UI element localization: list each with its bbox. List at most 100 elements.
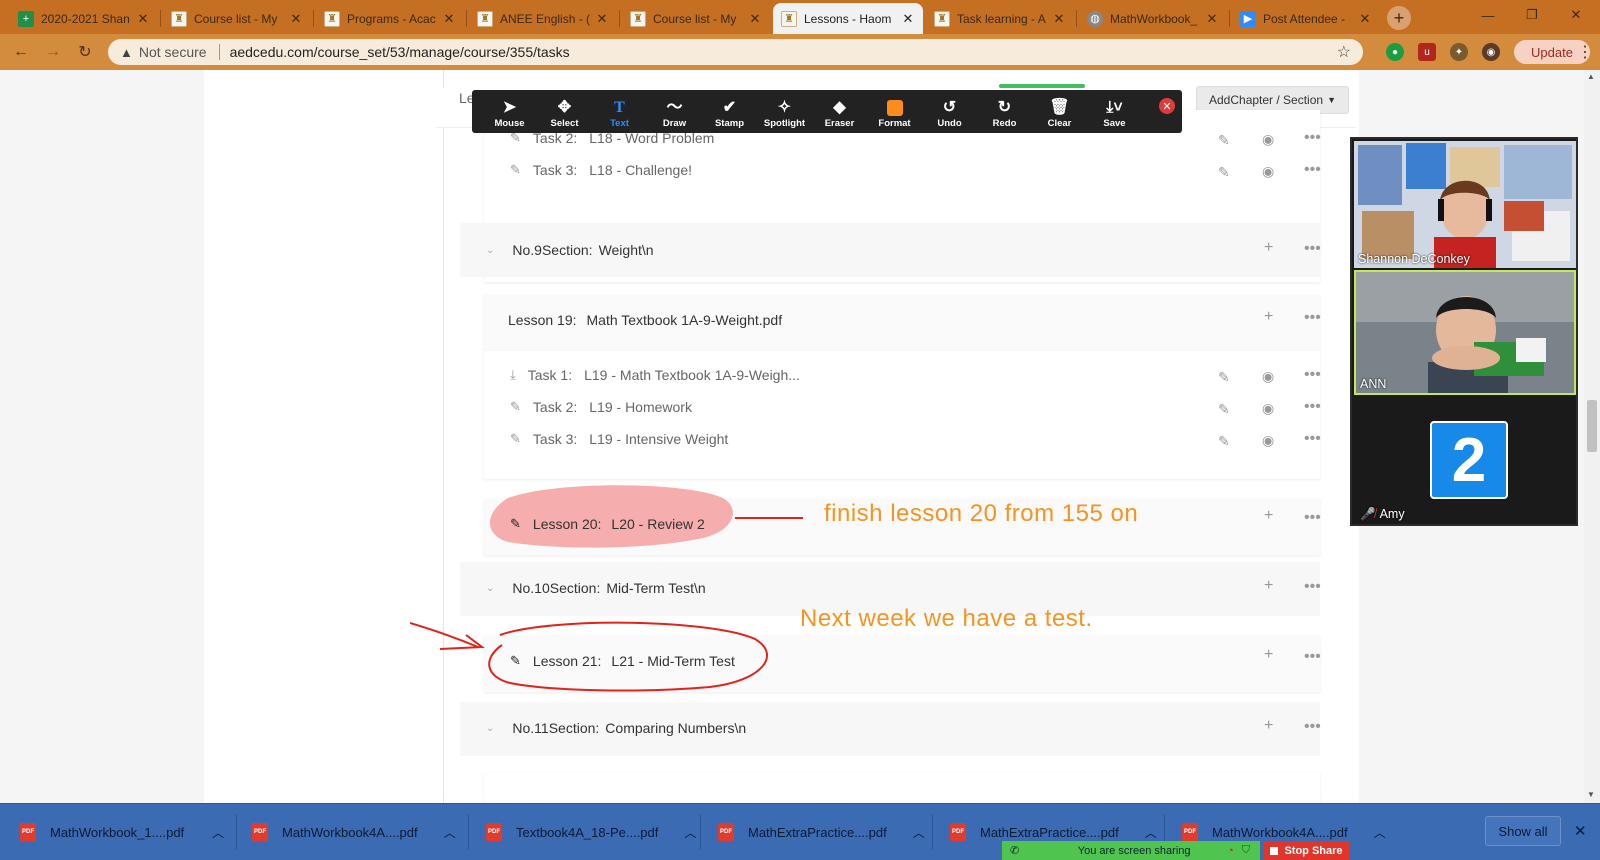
restore-icon[interactable]: ❐ bbox=[1514, 4, 1550, 26]
tool-save[interactable]: ⤓˅ Save bbox=[1087, 98, 1142, 129]
chevron-up-icon[interactable]: ︿ bbox=[1374, 824, 1386, 841]
ublock-icon[interactable]: u bbox=[1418, 43, 1436, 61]
tool-clear[interactable]: 🗑 Clear bbox=[1032, 98, 1087, 129]
back-icon[interactable]: ← bbox=[10, 41, 32, 63]
screen-sharing-bar[interactable]: ✆ You are screen sharing ◔ ⛉ bbox=[1002, 841, 1260, 860]
eye-icon[interactable]: ◉ bbox=[1262, 368, 1274, 385]
bookmark-star-icon[interactable]: ☆ bbox=[1337, 42, 1351, 62]
tab-5[interactable]: ♜ Course list - My ✕ bbox=[622, 3, 770, 34]
chevron-down-icon[interactable]: ⌄ bbox=[486, 245, 494, 256]
edit-pencil-icon[interactable]: ✎ bbox=[1218, 401, 1230, 418]
menu-kebab-icon[interactable]: ⋮ bbox=[1577, 42, 1593, 62]
tool-redo[interactable]: ↻ Redo bbox=[977, 98, 1032, 129]
tool-undo[interactable]: ↺ Undo bbox=[922, 98, 977, 129]
close-icon[interactable]: ✕ bbox=[136, 11, 150, 27]
video-tile-amy[interactable]: 2 🎤̸ Amy bbox=[1354, 397, 1576, 524]
edit-pencil-icon[interactable]: ✎ bbox=[1218, 433, 1230, 450]
eye-icon[interactable]: ◉ bbox=[1262, 163, 1274, 180]
tab-4[interactable]: ♜ ANEE English - ( ✕ bbox=[469, 3, 617, 34]
tool-mouse[interactable]: ➤ Mouse bbox=[482, 98, 537, 129]
chevron-up-icon[interactable]: ︿ bbox=[684, 824, 696, 841]
chevron-up-icon[interactable]: ︿ bbox=[444, 824, 456, 841]
eye-icon[interactable]: ◉ bbox=[1262, 432, 1274, 449]
more-dots-icon[interactable]: ••• bbox=[1304, 509, 1321, 527]
tool-format[interactable]: Format bbox=[867, 98, 922, 129]
minimize-icon[interactable]: — bbox=[1470, 4, 1506, 26]
tab-3[interactable]: ♜ Programs - Acac ✕ bbox=[316, 3, 464, 34]
download-item[interactable]: PDF Textbook4A_18-Pe....pdf ︿ bbox=[486, 818, 696, 846]
download-item[interactable]: PDF MathWorkbook4A....pdf ︿ bbox=[252, 818, 456, 846]
eye-icon[interactable]: ◉ bbox=[1262, 131, 1274, 148]
scroll-up-icon[interactable]: ▲ bbox=[1587, 72, 1595, 81]
add-plus-icon[interactable]: + bbox=[1264, 717, 1273, 735]
tab-7[interactable]: ♜ Task learning - A ✕ bbox=[926, 3, 1074, 34]
more-dots-icon[interactable]: ••• bbox=[1304, 129, 1321, 147]
forward-icon[interactable]: → bbox=[42, 41, 64, 63]
close-icon[interactable]: ✕ bbox=[595, 11, 609, 27]
new-tab-button[interactable]: + bbox=[1387, 6, 1411, 30]
tool-text[interactable]: T Text bbox=[592, 98, 647, 129]
extension-icon[interactable]: ● bbox=[1386, 43, 1404, 61]
video-tile-ann[interactable]: ANN bbox=[1354, 270, 1576, 395]
tool-eraser[interactable]: ◆ Eraser bbox=[812, 98, 867, 129]
add-plus-icon[interactable]: + bbox=[1264, 577, 1273, 595]
close-icon[interactable]: ✕ bbox=[1358, 11, 1372, 27]
add-plus-icon[interactable]: + bbox=[1264, 308, 1273, 326]
task-row[interactable]: ✎ Task 3: L18 - Challenge! bbox=[510, 162, 692, 178]
download-item[interactable]: PDF MathWorkbook_1....pdf ︿ bbox=[20, 818, 224, 846]
more-dots-icon[interactable]: ••• bbox=[1304, 398, 1321, 416]
task-row[interactable]: ✎ Task 2: L19 - Homework bbox=[510, 399, 692, 415]
edit-pencil-icon[interactable]: ✎ bbox=[1218, 369, 1230, 386]
more-dots-icon[interactable]: ••• bbox=[1304, 430, 1321, 448]
tool-stamp[interactable]: ✔ Stamp bbox=[702, 98, 757, 129]
task-row[interactable]: ✎ Task 3: L19 - Intensive Weight bbox=[510, 431, 728, 447]
video-tile-shannon[interactable]: Shannon DeConkey bbox=[1354, 141, 1576, 268]
scroll-down-icon[interactable]: ▼ bbox=[1587, 790, 1595, 799]
puzzle-icon[interactable]: ✦ bbox=[1450, 43, 1468, 61]
tool-spotlight[interactable]: ✧ Spotlight bbox=[757, 98, 812, 129]
tab-2[interactable]: ♜ Course list - My ✕ bbox=[163, 3, 311, 34]
add-plus-icon[interactable]: + bbox=[1264, 507, 1273, 525]
chevron-up-icon[interactable]: ︿ bbox=[212, 824, 224, 841]
vertical-scrollbar[interactable]: ▲ ▼ bbox=[1584, 70, 1600, 803]
chevron-up-icon[interactable]: ︿ bbox=[1145, 824, 1157, 841]
window-close-icon[interactable]: ✕ bbox=[1558, 4, 1594, 26]
stop-share-button[interactable]: Stop Share bbox=[1263, 841, 1350, 860]
chevron-up-icon[interactable]: ︿ bbox=[913, 824, 925, 841]
chevron-down-icon[interactable]: ⌄ bbox=[486, 583, 494, 594]
more-dots-icon[interactable]: ••• bbox=[1304, 161, 1321, 179]
scroll-thumb[interactable] bbox=[1587, 400, 1597, 452]
add-plus-icon[interactable]: + bbox=[1264, 239, 1273, 257]
more-dots-icon[interactable]: ••• bbox=[1304, 366, 1321, 384]
more-dots-icon[interactable]: ••• bbox=[1304, 240, 1321, 258]
profile-avatar[interactable]: ◉ bbox=[1482, 43, 1500, 61]
reload-icon[interactable]: ↻ bbox=[74, 41, 96, 63]
close-downloads-icon[interactable]: ✕ bbox=[1574, 822, 1587, 840]
tool-draw[interactable]: 〜 Draw bbox=[647, 98, 702, 129]
more-dots-icon[interactable]: ••• bbox=[1304, 718, 1321, 736]
task-row[interactable]: ⤓ Task 1: L19 - Math Textbook 1A-9-Weigh… bbox=[510, 367, 800, 383]
close-icon[interactable]: ✕ bbox=[748, 11, 762, 27]
tab-9[interactable]: ▶ Post Attendee - ✕ bbox=[1232, 3, 1380, 34]
close-toolbar-icon[interactable]: ✕ bbox=[1159, 98, 1175, 114]
close-icon[interactable]: ✕ bbox=[289, 11, 303, 27]
tab-1[interactable]: + 2020-2021 Shan ✕ bbox=[10, 3, 158, 34]
tab-8[interactable]: ◍ MathWorkbook_ ✕ bbox=[1079, 3, 1227, 34]
close-icon[interactable]: ✕ bbox=[901, 11, 915, 27]
tool-select[interactable]: ✥ Select bbox=[537, 98, 592, 129]
close-icon[interactable]: ✕ bbox=[442, 11, 456, 27]
more-dots-icon[interactable]: ••• bbox=[1304, 648, 1321, 666]
address-bar[interactable]: ▲ Not secure aedcedu.com/course_set/53/m… bbox=[108, 39, 1363, 65]
chevron-down-icon[interactable]: ⌄ bbox=[486, 723, 494, 734]
tab-6-active[interactable]: ♜ Lessons - Haom ✕ bbox=[773, 3, 923, 34]
edit-pencil-icon[interactable]: ✎ bbox=[1218, 132, 1230, 149]
close-icon[interactable]: ✕ bbox=[1052, 11, 1066, 27]
eye-icon[interactable]: ◉ bbox=[1262, 400, 1274, 417]
more-dots-icon[interactable]: ••• bbox=[1304, 578, 1321, 596]
add-plus-icon[interactable]: + bbox=[1264, 646, 1273, 664]
download-item[interactable]: PDF MathExtraPractice....pdf ︿ bbox=[718, 818, 925, 846]
edit-pencil-icon[interactable]: ✎ bbox=[1218, 164, 1230, 181]
more-dots-icon[interactable]: ••• bbox=[1304, 309, 1321, 327]
close-icon[interactable]: ✕ bbox=[1205, 11, 1219, 27]
show-all-button[interactable]: Show all bbox=[1485, 816, 1561, 846]
